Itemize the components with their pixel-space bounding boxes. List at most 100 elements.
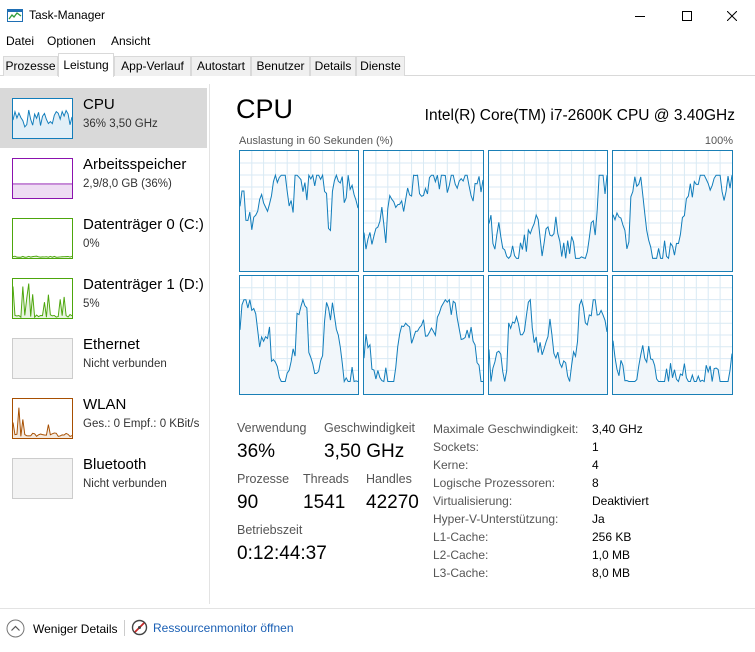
sidebar-item-memory[interactable]: Arbeitsspeicher 2,9/8,0 GB (36%) (0, 148, 207, 208)
chevron-up-icon (6, 619, 25, 638)
spec-label: Maximale Geschwindigkeit: (433, 422, 579, 436)
thumbnail-area (13, 407, 72, 438)
sidebar-item-subtitle: Nicht verbunden (83, 478, 167, 490)
spec-label: Hyper-V-Unterstützung: (433, 512, 559, 526)
spec-label: Sockets: (433, 440, 480, 454)
sidebar-item-title: WLAN (83, 396, 127, 413)
spec-label: L1-Cache: (433, 530, 489, 544)
sidebar-item-cpu[interactable]: CPU 36% 3,50 GHz (0, 88, 207, 148)
tab-bar: Prozesse Leistung App-Verlauf Autostart … (0, 52, 755, 77)
spec-value: Deaktiviert (592, 494, 649, 508)
tab-prozesse[interactable]: Prozesse (3, 56, 58, 76)
resource-monitor-label: Ressourcenmonitor öffnen (153, 620, 294, 635)
spec-value: 1,0 MB (592, 548, 631, 562)
spec-value: 8,0 MB (592, 566, 631, 580)
ethernet-thumbnail-graph (12, 338, 73, 379)
sidebar-item-subtitle: Ges.: 0 Empf.: 0 KBit/s (83, 418, 200, 430)
menu-bar: Datei Optionen Ansicht (0, 31, 755, 51)
thumbnail-line (13, 255, 72, 258)
spec-value: Ja (592, 512, 605, 526)
uptime-value: 0:12:44:37 (237, 543, 327, 564)
core-graph-8 (612, 275, 733, 395)
threads-label: Threads (303, 472, 349, 486)
tab-autostart[interactable]: Autostart (191, 56, 251, 76)
sidebar-item-wlan[interactable]: WLAN Ges.: 0 Empf.: 0 KBit/s (0, 388, 207, 448)
cpu-thumbnail-graph (12, 98, 73, 139)
sidebar-item-subtitle: 36% 3,50 GHz (83, 118, 158, 130)
graph-max-label: 100% (704, 135, 733, 147)
cpu-model: Intel(R) Core(TM) i7-2600K CPU @ 3.40GHz (424, 107, 735, 124)
sidebar-item-subtitle: Nicht verbunden (83, 358, 167, 370)
sidebar-item-subtitle: 2,9/8,0 GB (36%) (83, 178, 172, 190)
handles-label: Handles (366, 472, 412, 486)
page-title: CPU (236, 94, 294, 124)
graph-caption: Auslastung in 60 Sekunden (%) (239, 135, 394, 147)
sidebar-item-title: Arbeitsspeicher (83, 156, 187, 173)
sidebar-item-title: Datenträger 1 (D:) (83, 276, 204, 293)
threads-value: 1541 (303, 492, 346, 513)
speed-label: Geschwindigkeit (324, 421, 416, 435)
handles-value: 42270 (366, 492, 419, 513)
sidebar-item-disk-1[interactable]: Datenträger 1 (D:) 5% (0, 268, 207, 328)
tab-benutzer[interactable]: Benutzer (251, 56, 310, 76)
sidebar-item-subtitle: 0% (83, 238, 100, 250)
tab-leistung[interactable]: Leistung (58, 53, 114, 77)
title-bar: Task-Manager (0, 0, 755, 31)
spec-value: 8 (592, 476, 599, 490)
sidebar-item-bluetooth[interactable]: Bluetooth Nicht verbunden (0, 448, 207, 508)
maximize-button[interactable] (664, 0, 710, 31)
tab-details[interactable]: Details (310, 56, 356, 76)
disk-1-thumbnail-graph (12, 278, 73, 319)
spec-label: Logische Prozessoren: (433, 476, 556, 490)
minimize-button[interactable] (617, 0, 663, 31)
close-icon (727, 10, 737, 21)
speed-value: 3,50 GHz (324, 441, 405, 462)
core-graph-7 (488, 275, 608, 395)
bluetooth-thumbnail-graph (12, 458, 73, 499)
fewer-details-button[interactable]: Weniger Details (6, 619, 117, 638)
sidebar-item-subtitle: 5% (83, 298, 100, 310)
close-button[interactable] (709, 0, 755, 31)
window-title: Task-Manager (29, 8, 106, 22)
spec-value: 3,40 GHz (592, 422, 643, 436)
menu-ansicht[interactable]: Ansicht (111, 34, 150, 48)
sidebar-item-title: Ethernet (83, 336, 140, 353)
sidebar-item-disk-0[interactable]: Datenträger 0 (C:) 0% (0, 208, 207, 268)
spec-value: 1 (592, 440, 599, 454)
processes-label: Prozesse (237, 472, 290, 486)
core-graph-3 (488, 150, 608, 272)
core-graph-5 (239, 275, 359, 395)
core-graph-2 (363, 150, 484, 272)
spec-label: L2-Cache: (433, 548, 489, 562)
spec-value: 256 KB (592, 530, 632, 544)
memory-fill (13, 183, 72, 198)
wlan-thumbnail-graph (12, 398, 73, 439)
core-graph-4 (612, 150, 733, 272)
spec-label: Kerne: (433, 458, 469, 472)
core-load-area (240, 175, 358, 271)
spec-label: Virtualisierung: (433, 494, 513, 508)
usage-label: Verwendung (237, 421, 307, 435)
minimize-icon (635, 15, 645, 17)
sidebar-item-ethernet[interactable]: Ethernet Nicht verbunden (0, 328, 207, 388)
uptime-label: Betriebszeit (237, 523, 303, 537)
menu-optionen[interactable]: Optionen (47, 34, 96, 48)
footer: Weniger Details Ressourcenmonitor öffnen (0, 608, 755, 652)
menu-datei[interactable]: Datei (6, 34, 34, 48)
sidebar-item-title: Datenträger 0 (C:) (83, 216, 204, 233)
tab-dienste[interactable]: Dienste (356, 56, 405, 76)
processes-value: 90 (237, 492, 259, 513)
maximize-icon (682, 10, 692, 21)
resource-monitor-icon (131, 619, 148, 636)
spec-value: 4 (592, 458, 599, 472)
cpu-core-graphs (239, 150, 733, 395)
sidebar-item-title: Bluetooth (83, 456, 147, 473)
memory-thumbnail-graph (12, 158, 73, 199)
core-graph-1 (239, 150, 359, 272)
disk-0-thumbnail-graph (12, 218, 73, 259)
resource-monitor-link[interactable]: Ressourcenmonitor öffnen (131, 619, 294, 636)
resource-sidebar: CPU 36% 3,50 GHz Arbeitsspeicher 2,9/8,0… (0, 84, 210, 604)
tab-app-verlauf[interactable]: App-Verlauf (114, 56, 191, 76)
sidebar-item-title: CPU (83, 96, 115, 113)
footer-divider (124, 620, 125, 636)
